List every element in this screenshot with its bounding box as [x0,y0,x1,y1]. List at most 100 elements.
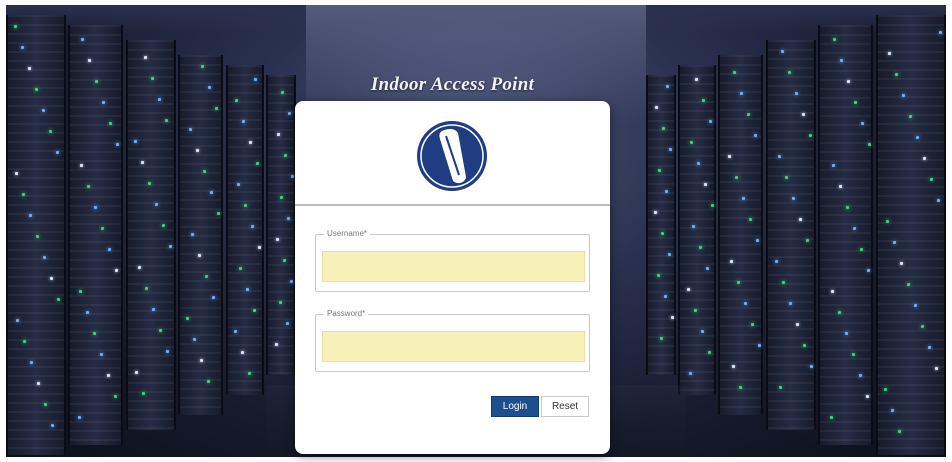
rack-led [907,283,910,286]
rack-led [78,416,81,419]
rack-led [860,248,863,251]
rack-led [754,134,757,137]
rack-led [145,287,148,290]
rack-led [795,92,798,95]
password-input[interactable] [322,331,585,362]
rack-led [810,365,813,368]
rack-led [749,218,752,221]
rack-led [782,281,785,284]
rack-led [937,199,940,202]
rack-led [830,416,833,419]
rack-led [80,164,83,167]
rack-led [861,122,864,125]
rack-led [56,151,59,154]
rack-led [891,409,894,412]
rack-led [165,119,168,122]
rack-led [155,203,158,206]
rack-led [283,259,286,262]
rack-led [242,120,245,123]
reset-button[interactable]: Reset [541,396,589,417]
login-card: Username* Password* Login Reset [295,101,610,454]
rack-led [37,382,40,385]
rack-led [706,267,709,270]
rack-led [166,350,169,353]
rack-led [212,296,215,299]
rack-led [196,149,199,152]
rack-led [701,330,704,333]
rack-led [244,204,247,207]
rack-led [281,91,284,94]
rack-led [207,380,210,383]
rack-led [909,115,912,118]
rack-led [22,193,25,196]
rack-led [690,141,693,144]
rack-led [162,224,165,227]
rack-led [144,56,147,59]
rack-led [709,120,712,123]
username-input[interactable] [322,251,585,282]
username-fieldset: Username* [315,229,590,292]
rack-led [290,280,293,283]
rack-led [198,254,201,257]
rack-led [739,386,742,389]
rack-led [669,148,672,151]
rack-led [732,365,735,368]
rack-led [241,351,244,354]
rack-led [81,38,84,41]
rack-led [809,134,812,137]
rack-led [664,295,667,298]
rack-led [249,141,252,144]
rack-led [853,227,856,230]
rack-led [284,154,287,157]
rack-led [888,52,891,55]
rack-led [802,113,805,116]
rack-led [695,78,698,81]
rack-led [711,204,714,207]
rack-led [806,239,809,242]
rack-led [30,361,33,364]
rack-led [286,322,289,325]
rack-led [733,71,736,74]
rack-led [697,162,700,165]
rack-led [138,266,141,269]
app-title: Indoor Access Point [370,74,535,95]
rack-led [152,308,155,311]
rack-led [42,109,45,112]
rack-led [661,232,664,235]
rack-led [276,238,279,241]
rack-led [275,343,278,346]
rack-led [235,99,238,102]
rack-led [191,233,194,236]
rack-led [914,304,917,307]
rack-led [900,262,903,265]
rack-led [796,323,799,326]
server-rack [6,15,66,455]
rack-led [51,424,54,427]
rack-led [728,155,731,158]
rack-led [93,332,96,335]
rack-led [779,386,782,389]
rack-led [43,256,46,259]
rack-led [142,392,145,395]
rack-led [135,371,138,374]
rack-led [866,395,869,398]
rack-led [852,353,855,356]
rack-led [49,130,52,133]
rack-led [208,86,211,89]
brand-logo-icon [417,121,487,191]
rack-led [186,317,189,320]
rack-led [251,225,254,228]
rack-led [79,290,82,293]
rack-led [237,183,240,186]
rack-led [740,92,743,95]
rack-led [279,301,282,304]
rack-led [14,25,17,28]
login-button[interactable]: Login [491,396,539,417]
rack-led [859,374,862,377]
rack-led [287,217,290,220]
rack-led [169,245,172,248]
username-label: Username* [324,229,371,238]
rack-led [57,298,60,301]
rack-led [699,246,702,249]
rack-led [254,78,257,81]
